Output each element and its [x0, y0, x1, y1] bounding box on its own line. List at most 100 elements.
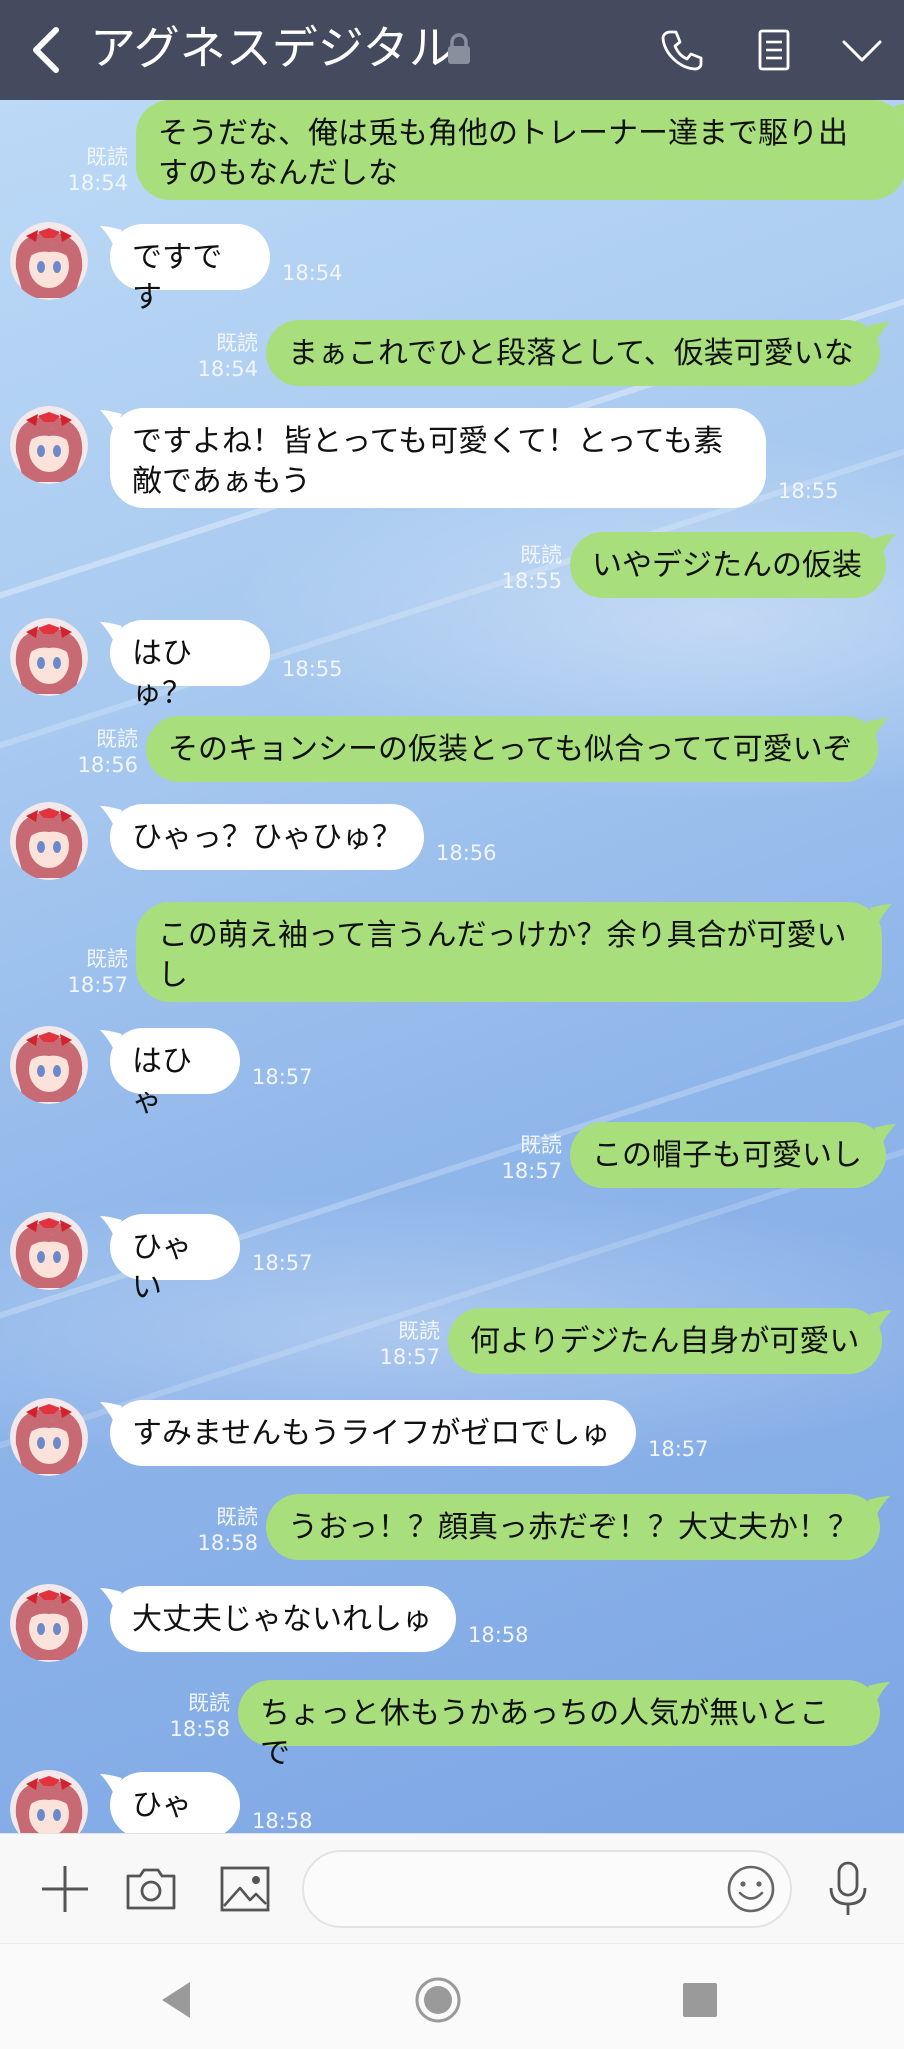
message-time: 18:55	[282, 657, 343, 681]
incoming-message-bubble[interactable]: ひゃい	[110, 1772, 240, 1833]
message-meta: 既読 18:54	[197, 330, 258, 382]
mic-icon	[829, 1861, 867, 1915]
message-time: 18:57	[501, 1159, 562, 1183]
read-receipt: 既読	[96, 727, 138, 751]
contact-avatar[interactable]	[10, 406, 88, 484]
chat-header: アグネスデジタル	[0, 0, 904, 100]
chat-title[interactable]: アグネスデジタル	[90, 18, 455, 78]
bubble-tail	[874, 1124, 896, 1144]
camera-button[interactable]	[122, 1860, 180, 1918]
back-button[interactable]	[22, 22, 72, 78]
contact-avatar[interactable]	[10, 802, 88, 880]
incoming-message-bubble[interactable]: ですよね！皆とっても可愛くて！とっても素 敵であぁもう	[110, 408, 766, 508]
contact-avatar[interactable]	[10, 618, 88, 696]
call-button[interactable]	[656, 24, 708, 76]
bubble-tail	[100, 1030, 122, 1050]
phone-icon	[661, 30, 703, 71]
contact-avatar[interactable]	[10, 1584, 88, 1662]
message-time: 18:54	[197, 357, 258, 381]
image-button[interactable]	[216, 1860, 274, 1918]
message-meta: 既読 18:56	[77, 726, 138, 778]
message-time: 18:57	[648, 1437, 709, 1461]
message-meta: 既読 18:57	[379, 1318, 440, 1370]
incoming-message-bubble[interactable]: はひゃ	[110, 1028, 240, 1119]
emoji-button[interactable]	[724, 1862, 778, 1916]
bubble-tail	[894, 103, 904, 122]
contact-avatar[interactable]	[10, 1770, 88, 1833]
bubble-tail	[100, 622, 122, 642]
bubble-tail	[100, 226, 122, 246]
outgoing-message-bubble[interactable]: 何よりデジたん自身が可愛い	[448, 1308, 882, 1374]
nav-recents-button[interactable]	[674, 1974, 726, 2026]
notes-button[interactable]	[748, 24, 800, 76]
incoming-message-bubble[interactable]: はひゅ？	[110, 620, 270, 711]
message-time: 18:54	[282, 261, 343, 285]
outgoing-message-bubble[interactable]: そうだな、俺は兎も角他のトレーナー達まで駆り出 すのもなんだしな	[136, 100, 904, 200]
camera-icon	[126, 1868, 176, 1910]
bubble-tail	[870, 1310, 892, 1330]
read-receipt: 既読	[216, 331, 258, 355]
message-time: 18:55	[778, 479, 839, 503]
message-time: 18:58	[252, 1809, 313, 1833]
read-receipt: 既読	[188, 1691, 230, 1715]
message-meta: 既読 18:54	[67, 144, 128, 196]
outgoing-message-bubble[interactable]: まぁこれでひと段落として、仮装可愛いな	[266, 320, 880, 386]
add-button[interactable]	[36, 1860, 94, 1918]
outgoing-message-bubble[interactable]: ちょっと休もうかあっちの人気が無いとこで	[238, 1680, 880, 1771]
outgoing-message-bubble[interactable]: この萌え袖って言うんだっけか？余り具合が可愛い し	[136, 902, 882, 1002]
incoming-message-bubble[interactable]: 大丈夫じゃないれしゅ	[110, 1586, 456, 1652]
nav-home-button[interactable]	[412, 1974, 464, 2026]
message-meta: 既読 18:55	[501, 542, 562, 594]
contact-avatar[interactable]	[10, 222, 88, 300]
message-time: 18:55	[501, 569, 562, 593]
message-time: 18:57	[67, 973, 128, 997]
mic-button[interactable]	[822, 1858, 874, 1920]
bubble-tail	[868, 1682, 890, 1702]
square-recents-icon	[683, 1983, 717, 2017]
incoming-message-bubble[interactable]: すみませんもうライフがゼロでしゅ	[110, 1400, 636, 1466]
chat-message-list[interactable]: そうだな、俺は兎も角他のトレーナー達まで駆り出 すのもなんだしな 既読 18:54 で…	[0, 100, 904, 1833]
message-time: 18:56	[436, 841, 497, 865]
read-receipt: 既読	[86, 145, 128, 169]
bubble-tail	[100, 410, 122, 430]
contact-avatar[interactable]	[10, 1398, 88, 1476]
bubble-tail	[874, 534, 896, 554]
contact-avatar[interactable]	[10, 1212, 88, 1290]
message-meta: 既読 18:57	[67, 946, 128, 998]
message-input-bar	[0, 1833, 904, 1944]
bubble-tail	[868, 1496, 890, 1516]
message-time: 18:57	[252, 1065, 313, 1089]
message-time: 18:54	[67, 171, 128, 195]
bubble-tail	[870, 904, 892, 924]
notes-icon	[758, 29, 790, 71]
back-arrow-icon	[33, 27, 59, 73]
incoming-message-bubble[interactable]: ひゃい	[110, 1214, 240, 1305]
read-receipt: 既読	[86, 947, 128, 971]
bubble-tail	[100, 1774, 122, 1794]
message-meta: 既読 18:58	[197, 1504, 258, 1556]
bubble-tail	[100, 1402, 122, 1422]
message-meta: 既読 18:57	[501, 1132, 562, 1184]
lock-icon	[446, 32, 472, 66]
outgoing-message-bubble[interactable]: この帽子も可愛いし	[570, 1122, 886, 1188]
home-circle-icon	[415, 1977, 461, 2023]
incoming-message-bubble[interactable]: ひゃっ？ひゃひゅ？	[110, 804, 424, 870]
read-receipt: 既読	[216, 1505, 258, 1529]
menu-button[interactable]	[836, 24, 888, 76]
message-meta: 既読 18:58	[169, 1690, 230, 1742]
system-nav-bar	[0, 1943, 904, 2049]
outgoing-message-bubble[interactable]: そのキョンシーの仮装とっても似合ってて可愛いぞ	[146, 716, 878, 782]
emoji-icon	[727, 1865, 775, 1913]
contact-avatar[interactable]	[10, 1026, 88, 1104]
outgoing-message-bubble[interactable]: うおっ！？顔真っ赤だぞ！？大丈夫か！？	[266, 1494, 880, 1560]
message-time: 18:57	[379, 1345, 440, 1369]
message-input[interactable]	[302, 1850, 792, 1928]
bubble-tail	[100, 806, 122, 826]
incoming-message-bubble[interactable]: ですです	[110, 224, 270, 315]
bubble-tail	[100, 1216, 122, 1236]
message-time: 18:57	[252, 1251, 313, 1275]
outgoing-message-bubble[interactable]: いやデジたんの仮装	[570, 532, 886, 598]
nav-back-button[interactable]	[150, 1974, 202, 2026]
bubble-tail	[868, 322, 890, 342]
bubble-tail	[866, 718, 888, 738]
